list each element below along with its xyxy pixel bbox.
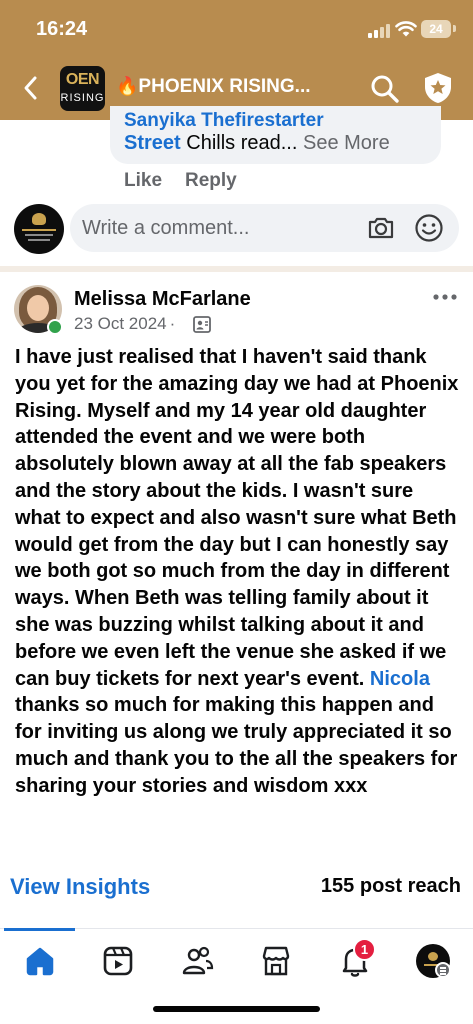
crest-icon	[428, 952, 438, 961]
home-icon	[26, 947, 54, 976]
reply-text-line: Street Chills read... See More	[124, 132, 390, 155]
battery-nub	[453, 25, 456, 32]
notification-badge: 1	[353, 938, 376, 961]
group-title[interactable]: 🔥PHOENIX RISING...	[116, 76, 311, 98]
status-time: 16:24	[36, 18, 88, 40]
active-tab-indicator	[4, 928, 75, 931]
post-meta: 23 Oct 2024 ·	[74, 314, 178, 334]
tab-marketplace[interactable]	[256, 941, 296, 981]
reply-button[interactable]: Reply	[185, 170, 237, 192]
search-icon[interactable]	[368, 72, 402, 106]
menu-icon	[435, 962, 451, 978]
comment-input[interactable]	[82, 212, 352, 244]
status-bar: 16:24 24	[0, 0, 473, 58]
camera-icon[interactable]	[366, 213, 396, 243]
fire-icon: 🔥	[116, 76, 139, 96]
battery-icon: 24	[421, 20, 451, 38]
reply-author-name-tail[interactable]: Street	[124, 132, 181, 154]
wifi-icon	[395, 21, 417, 37]
like-reply-button[interactable]: Like	[124, 170, 162, 192]
meta-separator: ·	[169, 314, 176, 333]
reply-snippet: Chills read...	[180, 132, 298, 154]
post-text-part: I have just realised that I haven't said…	[15, 346, 459, 690]
members-only-icon	[193, 316, 211, 333]
reply-author-name[interactable]: Sanyika Thefirestarter	[124, 110, 324, 132]
battery-level: 24	[429, 22, 443, 36]
tab-video[interactable]	[98, 941, 138, 981]
crest-icon	[32, 213, 46, 225]
group-title-text: PHOENIX RISING...	[138, 76, 311, 97]
post-author-name[interactable]: Melissa McFarlane	[74, 288, 251, 311]
group-logo[interactable]: OEN RISING	[60, 66, 105, 111]
post-date[interactable]: 23 Oct 2024	[74, 314, 167, 333]
more-dots-icon[interactable]	[428, 284, 462, 310]
post-reach-count: 155 post reach	[320, 875, 461, 897]
comment-composer[interactable]	[70, 204, 459, 252]
group-logo-text-bottom: RISING	[60, 92, 105, 104]
previous-reply-bubble[interactable]: Sanyika Thefirestarter Street Chills rea…	[110, 106, 441, 164]
view-insights-link[interactable]: View Insights	[10, 874, 150, 900]
smiley-icon[interactable]	[413, 212, 445, 244]
home-indicator	[153, 1006, 320, 1012]
mention-link[interactable]: Nicola	[370, 668, 430, 690]
see-more-link[interactable]: See More	[297, 132, 390, 154]
chevron-left-icon[interactable]	[14, 70, 50, 106]
tab-home[interactable]	[20, 941, 60, 981]
marketplace-icon	[262, 946, 290, 976]
signal-icon	[368, 22, 390, 38]
friends-icon	[182, 946, 214, 975]
tab-friends[interactable]	[177, 941, 217, 981]
online-status-dot	[47, 319, 63, 335]
group-logo-text-top: OEN	[65, 71, 100, 88]
post-text-part: thanks so much for making this happen an…	[15, 694, 458, 797]
video-icon	[103, 946, 133, 976]
app-header: 16:24 24 OEN RISING 🔥PHOENIX RISING...	[0, 0, 473, 120]
shield-star-icon[interactable]	[420, 70, 456, 106]
current-user-avatar[interactable]	[14, 204, 64, 254]
section-divider	[0, 266, 473, 272]
post-body-text: I have just realised that I haven't said…	[15, 344, 461, 800]
